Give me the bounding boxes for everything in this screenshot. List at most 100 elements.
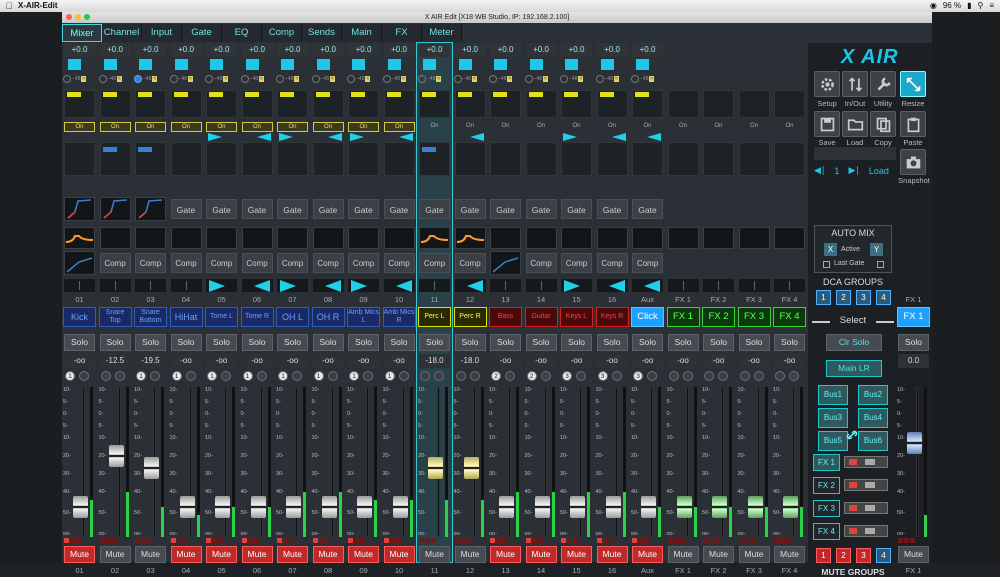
dca-group-button[interactable]: 4	[876, 290, 891, 305]
phase-icon[interactable]	[311, 75, 320, 83]
solo-button[interactable]: Solo	[383, 334, 415, 351]
lowcut-icon[interactable]: −48	[569, 76, 577, 82]
comp-button[interactable]: Comp	[135, 253, 166, 273]
lowcut-icon[interactable]: −48	[143, 76, 151, 82]
hpf-icon[interactable]: ≈	[613, 76, 619, 82]
tab-fx[interactable]: FX	[382, 24, 422, 42]
solo-button[interactable]: Solo	[596, 334, 628, 351]
solo-button[interactable]: Solo	[277, 334, 308, 351]
fader-cap[interactable]	[392, 495, 408, 518]
fader-db[interactable]: -18.0	[454, 354, 486, 368]
fx-button[interactable]: FX 2	[813, 477, 840, 494]
channel-name[interactable]: FX 2	[702, 307, 735, 327]
comp-button[interactable]: Comp	[170, 253, 202, 273]
solo-button[interactable]: Solo	[632, 334, 663, 351]
gain-field[interactable]: +0.0	[596, 43, 628, 57]
small-pan[interactable]	[135, 133, 166, 141]
copy-button[interactable]	[870, 111, 896, 137]
on-button[interactable]: On	[419, 122, 450, 132]
hpf-icon[interactable]: ≈	[81, 76, 87, 82]
fader-db[interactable]: -oo	[312, 354, 344, 368]
main-lr-button[interactable]: Main LR	[826, 360, 882, 377]
pan-knob[interactable]	[454, 279, 486, 292]
pan-knob[interactable]	[99, 279, 131, 292]
mute-button[interactable]: Mute	[454, 546, 486, 563]
channel-name[interactable]: Guitar	[524, 307, 558, 327]
eq-curve[interactable]	[64, 227, 95, 249]
eq-curve[interactable]	[703, 227, 734, 249]
pan-knob[interactable]	[312, 279, 344, 292]
gain-field[interactable]: +0.0	[454, 43, 486, 57]
lowcut-icon[interactable]: −48	[427, 76, 435, 82]
gate-curve[interactable]	[64, 197, 95, 221]
hpf-icon[interactable]: ≈	[436, 76, 442, 82]
fader-db[interactable]: -oo	[490, 354, 521, 368]
fx-button[interactable]: FX 4	[813, 523, 840, 540]
zoom-icon[interactable]	[84, 14, 90, 20]
pan-knob[interactable]	[490, 279, 521, 292]
channel-name[interactable]: Bass	[489, 307, 522, 327]
gate-button[interactable]: Gate	[348, 199, 379, 219]
phase-icon[interactable]	[560, 75, 568, 83]
utility-button[interactable]	[870, 71, 896, 97]
lowcut-icon[interactable]: −48	[463, 76, 471, 82]
eq-curve[interactable]	[596, 227, 628, 249]
hpf-icon[interactable]: ≈	[400, 76, 406, 82]
on-button[interactable]: On	[668, 122, 699, 132]
phase-icon[interactable]	[524, 75, 533, 83]
eq-curve[interactable]	[135, 227, 166, 249]
channel-name[interactable]: Perc L	[418, 307, 451, 327]
setup-button[interactable]	[814, 71, 840, 97]
fader-db[interactable]: -19.5	[135, 354, 166, 368]
fader-cap[interactable]	[463, 457, 479, 480]
lowcut-icon[interactable]: −48	[356, 76, 364, 82]
on-button[interactable]: On	[312, 122, 344, 132]
comp-button[interactable]: Comp	[277, 253, 308, 273]
fader-cap[interactable]	[73, 495, 88, 518]
on-button[interactable]: On	[703, 122, 734, 132]
tab-mixer[interactable]: Mixer	[62, 24, 102, 42]
tab-gate[interactable]: Gate	[182, 24, 222, 42]
solo-button[interactable]: Solo	[312, 334, 344, 351]
small-pan[interactable]	[206, 133, 237, 141]
pan-knob[interactable]	[419, 279, 450, 292]
channel-name[interactable]: FX 4	[773, 307, 806, 327]
gate-button[interactable]: Gate	[170, 199, 202, 219]
comp-button[interactable]: Comp	[312, 253, 344, 273]
gain-field[interactable]: +0.0	[312, 43, 344, 57]
solo-button[interactable]: Solo	[241, 334, 273, 351]
lowcut-icon[interactable]: −48	[250, 76, 258, 82]
lowcut-icon[interactable]: −48	[498, 76, 506, 82]
on-button[interactable]: On	[99, 122, 131, 132]
eq-curve[interactable]	[383, 227, 415, 249]
link-icon[interactable]	[846, 428, 858, 442]
mute-button[interactable]: Mute	[738, 546, 770, 563]
hpf-icon[interactable]: ≈	[223, 76, 229, 82]
channel-name[interactable]: FX 1	[897, 307, 930, 327]
fader-db[interactable]: -18.0	[419, 354, 450, 368]
on-button[interactable]: On	[241, 122, 273, 132]
channel-name[interactable]: Snare Top	[98, 307, 132, 327]
small-pan[interactable]	[774, 133, 805, 141]
fader-db[interactable]: -oo	[241, 354, 273, 368]
gain-field[interactable]: +0.0	[206, 43, 237, 57]
dca-group-button[interactable]: 1	[816, 290, 831, 305]
hpf-icon[interactable]: ≈	[152, 76, 158, 82]
hpf-icon[interactable]: ≈	[294, 76, 300, 82]
on-button[interactable]: On	[206, 122, 237, 132]
phase-icon[interactable]	[276, 75, 284, 83]
phase-icon[interactable]	[98, 75, 107, 83]
mute-button[interactable]: Mute	[241, 546, 273, 563]
mute-button[interactable]: Mute	[419, 546, 450, 563]
on-button[interactable]: On	[348, 122, 379, 132]
inout-button[interactable]	[842, 71, 868, 97]
fader-cap[interactable]	[108, 444, 124, 467]
gate-button[interactable]: Gate	[454, 199, 486, 219]
fader-cap[interactable]	[144, 457, 159, 480]
mute-group-button[interactable]: 4	[876, 548, 891, 563]
channel-name[interactable]: Tome L	[205, 307, 238, 327]
fader-cap[interactable]	[605, 495, 621, 518]
hpf-icon[interactable]: ≈	[507, 76, 513, 82]
hpf-icon[interactable]: ≈	[542, 76, 548, 82]
small-pan[interactable]	[561, 133, 592, 141]
